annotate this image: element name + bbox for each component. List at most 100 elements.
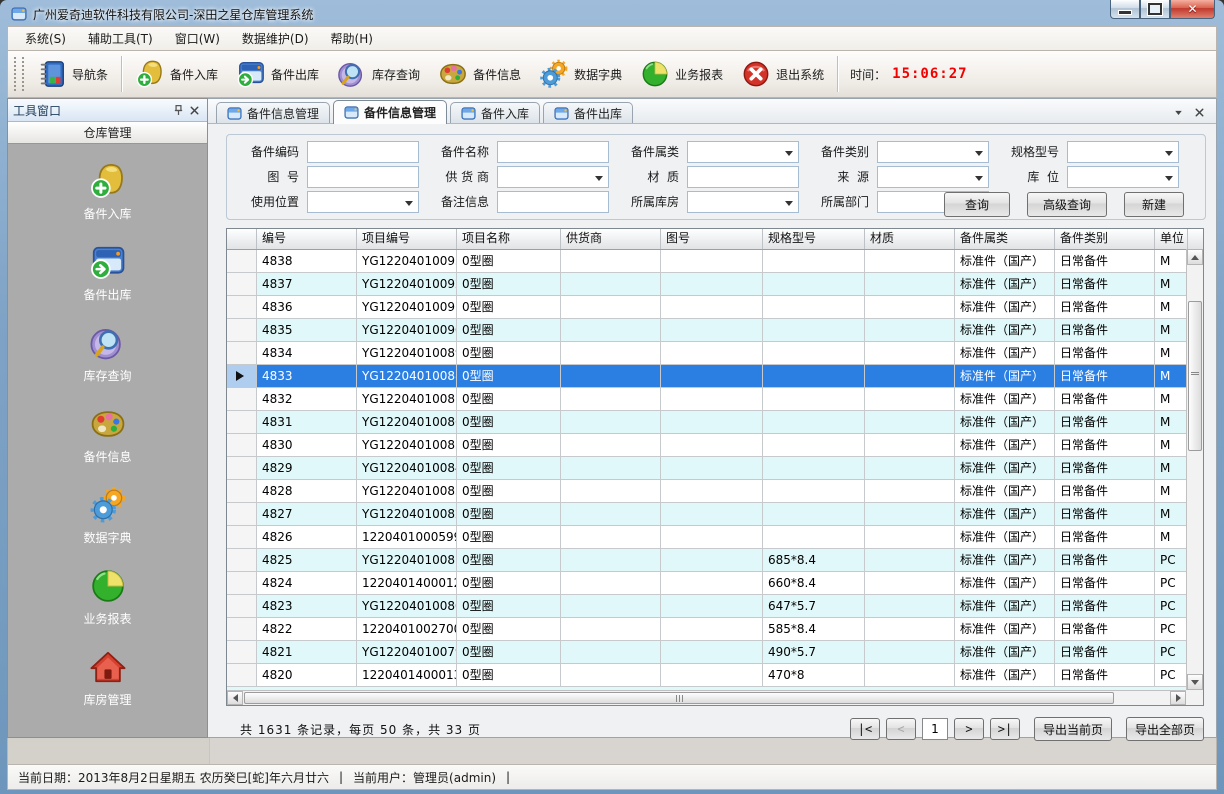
sidebar-item-warehouse-mgmt[interactable]: 库房管理: [48, 648, 168, 708]
row-selector-cell[interactable]: [227, 641, 257, 663]
pin-icon[interactable]: [170, 102, 186, 118]
part-code-input[interactable]: [307, 141, 419, 163]
export-current-page-button[interactable]: 导出当前页: [1034, 717, 1112, 741]
row-selector-cell[interactable]: [227, 595, 257, 617]
row-selector-cell[interactable]: [227, 365, 257, 387]
tab-parts-info-mgmt-2[interactable]: 备件信息管理: [333, 100, 447, 124]
toolbar-exit-system-button[interactable]: 退出系统: [732, 54, 833, 94]
row-selector-cell[interactable]: [227, 296, 257, 318]
table-row[interactable]: 4827YG122040100820型圈标准件（国产）日常备件M: [227, 503, 1203, 526]
toolbar-business-report-button[interactable]: 业务报表: [631, 54, 732, 94]
menu-item-1[interactable]: 辅助工具(T): [77, 27, 164, 50]
table-row[interactable]: 482612204010005990型圈标准件（国产）日常备件M: [227, 526, 1203, 549]
table-row[interactable]: 4835YG122040100900型圈标准件（国产）日常备件M: [227, 319, 1203, 342]
row-selector-cell[interactable]: [227, 572, 257, 594]
row-selector-cell[interactable]: [227, 480, 257, 502]
next-page-button[interactable]: >: [954, 718, 984, 740]
column-header-5[interactable]: 规格型号: [763, 229, 865, 249]
last-page-button[interactable]: >|: [990, 718, 1020, 740]
toolbar-stock-query-button[interactable]: 库存查询: [328, 54, 429, 94]
source-combo[interactable]: [877, 166, 989, 188]
prev-page-button[interactable]: <: [886, 718, 916, 740]
menu-item-2[interactable]: 窗口(W): [164, 27, 231, 50]
scroll-left-icon[interactable]: [227, 691, 243, 705]
row-selector-cell[interactable]: [227, 549, 257, 571]
sidebar-item-data-dictionary[interactable]: 数据字典: [48, 486, 168, 546]
close-button[interactable]: ✕: [1170, 0, 1215, 19]
table-row[interactable]: 4837YG122040100920型圈标准件（国产）日常备件M: [227, 273, 1203, 296]
sidebar-item-parts-info[interactable]: 备件信息: [48, 405, 168, 465]
spec-model-combo[interactable]: [1067, 141, 1179, 163]
row-selector-cell[interactable]: [227, 319, 257, 341]
export-all-pages-button[interactable]: 导出全部页: [1126, 717, 1204, 741]
remark-info-input[interactable]: [497, 191, 609, 213]
drawing-no-input[interactable]: [307, 166, 419, 188]
column-header-3[interactable]: 供货商: [561, 229, 661, 249]
row-selector-cell[interactable]: [227, 618, 257, 640]
vertical-scrollbar[interactable]: [1186, 249, 1203, 690]
tab-close-icon[interactable]: [1193, 106, 1206, 119]
column-header-6[interactable]: 材质: [865, 229, 955, 249]
column-header-4[interactable]: 图号: [661, 229, 763, 249]
scroll-down-icon[interactable]: [1187, 674, 1203, 690]
row-selector-cell[interactable]: [227, 250, 257, 272]
horizontal-scrollbar[interactable]: [227, 690, 1186, 705]
material-input[interactable]: [687, 166, 799, 188]
toolbar-parts-inbound-button[interactable]: 备件入库: [126, 54, 227, 94]
first-page-button[interactable]: |<: [850, 718, 880, 740]
table-row[interactable]: 4828YG122040100830型圈标准件（国产）日常备件M: [227, 480, 1203, 503]
advanced-query-button[interactable]: 高级查询: [1027, 192, 1107, 217]
table-row[interactable]: 4823YG122040100800型圈647*5.7标准件（国产）日常备件PC: [227, 595, 1203, 618]
column-header-8[interactable]: 备件类别: [1055, 229, 1155, 249]
row-selector-cell[interactable]: [227, 342, 257, 364]
scroll-right-icon[interactable]: [1170, 691, 1186, 705]
table-row[interactable]: 4829YG122040100840型圈标准件（国产）日常备件M: [227, 457, 1203, 480]
menu-item-4[interactable]: 帮助(H): [320, 27, 384, 50]
table-row[interactable]: 4830YG122040100850型圈标准件（国产）日常备件M: [227, 434, 1203, 457]
sidebar-item-parts-outbound[interactable]: 备件出库: [48, 243, 168, 303]
sidebar-item-stock-query[interactable]: 库存查询: [48, 324, 168, 384]
column-header-9[interactable]: 单位: [1155, 229, 1188, 249]
part-attr-combo[interactable]: [687, 141, 799, 163]
horizontal-scrollbar-thumb[interactable]: [244, 692, 1114, 704]
table-row[interactable]: 482012204014000130型圈470*8标准件（国产）日常备件PC: [227, 664, 1203, 687]
row-selector-cell[interactable]: [227, 457, 257, 479]
row-selector-header[interactable]: [227, 229, 257, 249]
row-selector-cell[interactable]: [227, 526, 257, 548]
maximize-button[interactable]: [1140, 0, 1170, 19]
toolbar-data-dictionary-button[interactable]: 数据字典: [530, 54, 631, 94]
table-row[interactable]: 4831YG122040100860型圈标准件（国产）日常备件M: [227, 411, 1203, 434]
panel-close-icon[interactable]: [186, 102, 202, 118]
row-selector-cell[interactable]: [227, 411, 257, 433]
column-header-1[interactable]: 项目编号: [357, 229, 457, 249]
table-row[interactable]: 4836YG122040100910型圈标准件（国产）日常备件M: [227, 296, 1203, 319]
toolbar-parts-info-button[interactable]: 备件信息: [429, 54, 530, 94]
vertical-scrollbar-thumb[interactable]: [1188, 301, 1202, 451]
table-row[interactable]: 482412204014000120型圈660*8.4标准件（国产）日常备件PC: [227, 572, 1203, 595]
minimize-button[interactable]: [1110, 0, 1140, 19]
column-header-7[interactable]: 备件属类: [955, 229, 1055, 249]
table-row[interactable]: 4825YG122040100810型圈685*8.4标准件（国产）日常备件PC: [227, 549, 1203, 572]
table-row[interactable]: 4838YG122040100930型圈标准件（国产）日常备件M: [227, 250, 1203, 273]
supplier-combo[interactable]: [497, 166, 609, 188]
table-row[interactable]: 4832YG122040100870型圈标准件（国产）日常备件M: [227, 388, 1203, 411]
location-combo[interactable]: [1067, 166, 1179, 188]
toolbar-parts-outbound-button[interactable]: 备件出库: [227, 54, 328, 94]
row-selector-cell[interactable]: [227, 273, 257, 295]
scroll-up-icon[interactable]: [1187, 249, 1203, 265]
column-header-0[interactable]: 编号: [257, 229, 357, 249]
usage-position-combo[interactable]: [307, 191, 419, 213]
toolbar-nav-bar-button[interactable]: 导航条: [28, 54, 117, 94]
table-row[interactable]: 482212204010027000型圈585*8.4标准件（国产）日常备件PC: [227, 618, 1203, 641]
table-row[interactable]: 4833YG122040100880型圈标准件（国产）日常备件M: [227, 365, 1203, 388]
row-selector-cell[interactable]: [227, 664, 257, 686]
tab-list-chevron-down-icon[interactable]: [1172, 106, 1185, 119]
tab-parts-outbound[interactable]: 备件出库: [543, 102, 633, 123]
row-selector-cell[interactable]: [227, 388, 257, 410]
toolbar-grip[interactable]: [14, 57, 24, 91]
tab-parts-info-mgmt-1[interactable]: 备件信息管理: [216, 102, 330, 123]
row-selector-cell[interactable]: [227, 503, 257, 525]
part-class-combo[interactable]: [877, 141, 989, 163]
menu-item-3[interactable]: 数据维护(D): [231, 27, 320, 50]
query-button[interactable]: 查询: [944, 192, 1010, 217]
